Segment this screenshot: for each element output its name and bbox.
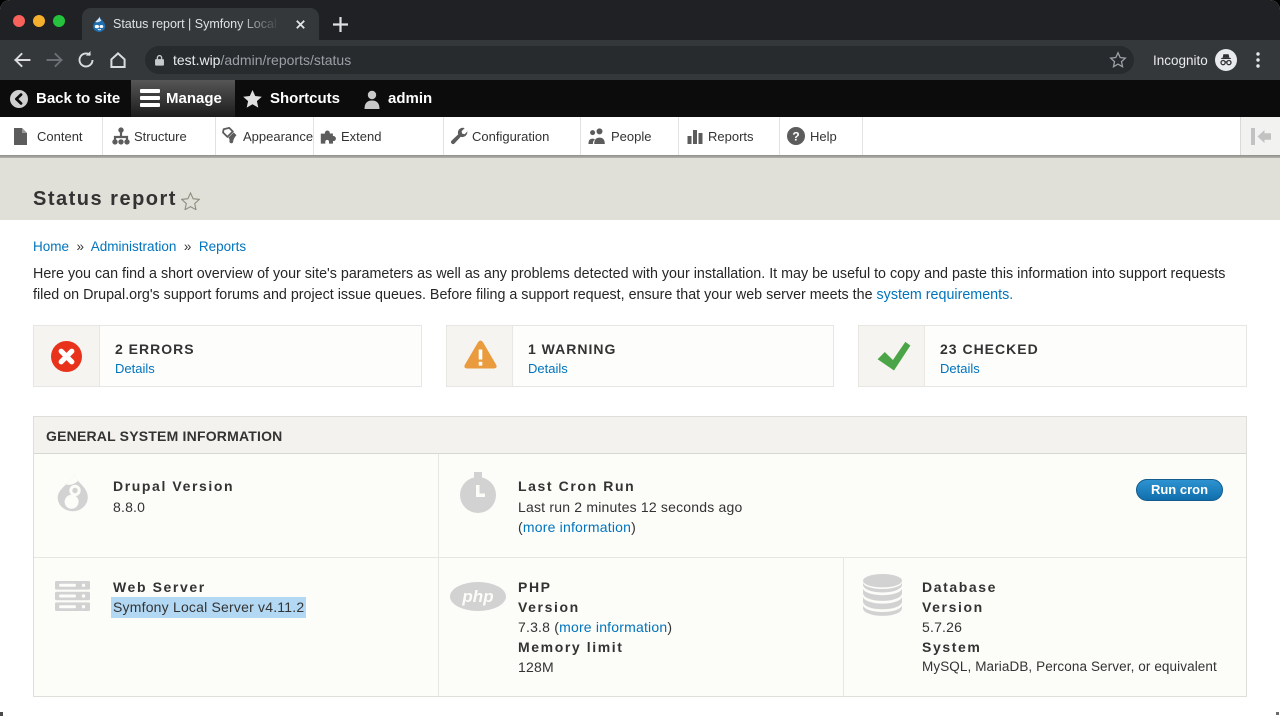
svg-text:?: ? <box>792 129 799 143</box>
svg-text:php: php <box>461 587 493 606</box>
